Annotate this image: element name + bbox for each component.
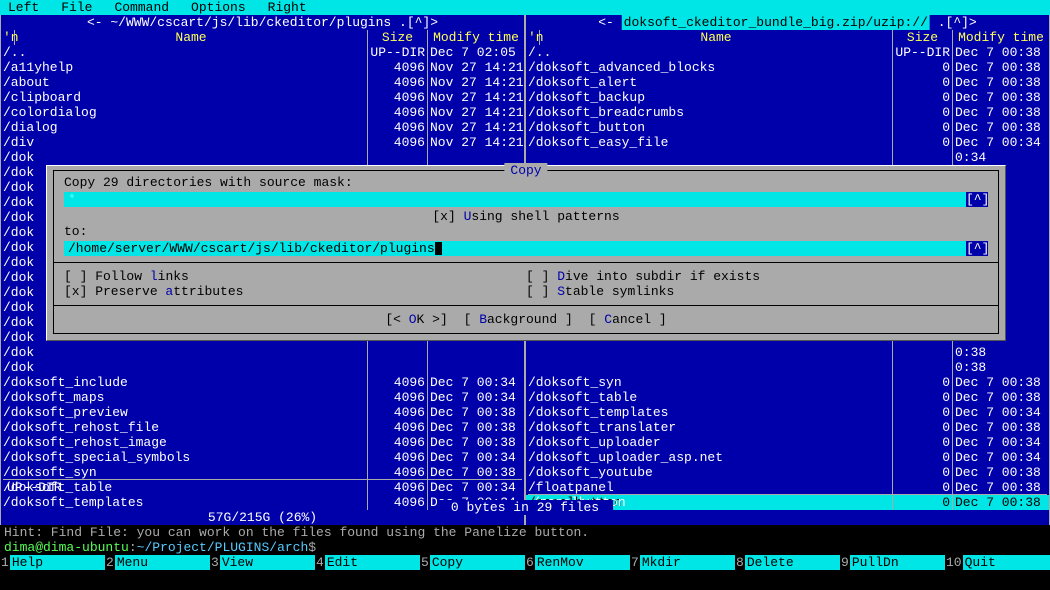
table-row[interactable]: /doksoft_button0Dec 7 00:38 <box>526 120 1049 135</box>
table-row[interactable]: 0:34 <box>526 150 1049 165</box>
dive-subdir-checkbox[interactable]: [ ] Dive into subdir if exists <box>526 269 988 284</box>
fkey-copy[interactable]: 5Copy <box>420 555 525 570</box>
shell-prompt[interactable]: dima@dima-ubuntu:~/Project/PLUGINS/arch$ <box>0 540 1050 555</box>
table-row[interactable]: /colordialog4096Nov 27 14:21 <box>1 105 524 120</box>
table-row[interactable]: /floatpanel0Dec 7 00:38 <box>526 480 1049 495</box>
dialog-title: Copy <box>504 163 547 178</box>
table-row[interactable]: /doksoft_alert0Dec 7 00:38 <box>526 75 1049 90</box>
table-row[interactable]: /doksoft_easy_file0Dec 7 00:34 <box>526 135 1049 150</box>
function-keys[interactable]: 1Help2Menu3View4Edit5Copy6RenMov7Mkdir8D… <box>0 555 1050 570</box>
history-button-2[interactable]: [^] <box>966 241 988 256</box>
stable-symlinks-checkbox[interactable]: [ ] Stable symlinks <box>526 284 988 299</box>
fkey-help[interactable]: 1Help <box>0 555 105 570</box>
table-row[interactable]: /doksoft_syn0Dec 7 00:38 <box>526 375 1049 390</box>
fkey-mkdir[interactable]: 7Mkdir <box>630 555 735 570</box>
menu-right[interactable]: Right <box>264 0 325 15</box>
table-row[interactable]: /doksoft_translater0Dec 7 00:38 <box>526 420 1049 435</box>
table-row[interactable]: /doksoft_table0Dec 7 00:38 <box>526 390 1049 405</box>
table-row[interactable]: /clipboard4096Nov 27 14:21 <box>1 90 524 105</box>
table-row[interactable]: /dok <box>1 345 524 360</box>
left-panel-title: <- ~/WWW/cscart/js/lib/ckeditor/plugins … <box>87 15 438 30</box>
destination-input[interactable]: /home/server/WWW/cscart/js/lib/ckeditor/… <box>64 241 966 256</box>
fkey-renmov[interactable]: 6RenMov <box>525 555 630 570</box>
menu-left[interactable]: Left <box>4 0 57 15</box>
table-row[interactable]: /..UP--DIRDec 7 02:05 <box>1 45 524 60</box>
fkey-menu[interactable]: 2Menu <box>105 555 210 570</box>
to-label: to: <box>64 224 988 239</box>
follow-links-checkbox[interactable]: [ ] Follow links <box>64 269 526 284</box>
table-row[interactable]: /doksoft_include4096Dec 7 00:34 <box>1 375 524 390</box>
menubar[interactable]: Left File Command Options Right <box>0 0 1050 15</box>
menu-file[interactable]: File <box>57 0 110 15</box>
fkey-delete[interactable]: 8Delete <box>735 555 840 570</box>
table-row[interactable]: /a11yhelp4096Nov 27 14:21 <box>1 60 524 75</box>
menu-command[interactable]: Command <box>110 0 187 15</box>
table-row[interactable]: /dok <box>1 150 524 165</box>
table-row[interactable]: /doksoft_special_symbols4096Dec 7 00:34 <box>1 450 524 465</box>
copy-dialog[interactable]: Copy Copy 29 directories with source mas… <box>46 165 1006 341</box>
shell-patterns-checkbox[interactable]: [x] Using shell patterns <box>432 209 619 224</box>
table-row[interactable]: /doksoft_backup0Dec 7 00:38 <box>526 90 1049 105</box>
fkey-pulldn[interactable]: 9PullDn <box>840 555 945 570</box>
table-row[interactable]: /doksoft_preview4096Dec 7 00:38 <box>1 405 524 420</box>
preserve-attrs-checkbox[interactable]: [x] Preserve attributes <box>64 284 526 299</box>
right-panel-title: <- doksoft_ckeditor_bundle_big.zip/uzip:… <box>598 15 976 30</box>
table-row[interactable]: /doksoft_uploader_asp.net0Dec 7 00:34 <box>526 450 1049 465</box>
history-button-1[interactable]: [^] <box>966 192 988 207</box>
table-row[interactable]: /doksoft_templates0Dec 7 00:34 <box>526 405 1049 420</box>
source-mask-input[interactable]: * <box>64 192 966 207</box>
table-row[interactable]: 0:38 <box>526 360 1049 375</box>
table-row[interactable]: /doksoft_maps4096Dec 7 00:34 <box>1 390 524 405</box>
menu-options[interactable]: Options <box>187 0 264 15</box>
hint-line: Hint: Find File: you can work on the fil… <box>0 525 1050 540</box>
ok-button[interactable]: [< OK >] <box>385 312 455 327</box>
fkey-quit[interactable]: 10Quit <box>945 555 1050 570</box>
table-row[interactable]: /doksoft_syn4096Dec 7 00:38 <box>1 465 524 480</box>
left-mini-status: UP--DIR <box>3 479 522 495</box>
table-row[interactable]: /dok <box>1 360 524 375</box>
fkey-view[interactable]: 3View <box>210 555 315 570</box>
text-cursor <box>435 242 442 255</box>
cancel-button[interactable]: [ Cancel ] <box>589 312 667 327</box>
table-row[interactable]: /doksoft_advanced_blocks0Dec 7 00:38 <box>526 60 1049 75</box>
table-row[interactable]: /doksoft_breadcrumbs0Dec 7 00:38 <box>526 105 1049 120</box>
panels: <- ~/WWW/cscart/js/lib/ckeditor/plugins … <box>0 15 1050 525</box>
table-row[interactable]: 0:38 <box>526 345 1049 360</box>
table-row[interactable]: /div4096Nov 27 14:21 <box>1 135 524 150</box>
table-row[interactable]: /doksoft_rehost_image4096Dec 7 00:38 <box>1 435 524 450</box>
table-row[interactable]: /doksoft_youtube0Dec 7 00:38 <box>526 465 1049 480</box>
table-row[interactable]: /doksoft_uploader0Dec 7 00:34 <box>526 435 1049 450</box>
table-row[interactable]: /..UP--DIRDec 7 00:38 <box>526 45 1049 60</box>
table-row[interactable]: /doksoft_rehost_file4096Dec 7 00:38 <box>1 420 524 435</box>
table-row[interactable]: /dialog4096Nov 27 14:21 <box>1 120 524 135</box>
table-row[interactable]: /about4096Nov 27 14:21 <box>1 75 524 90</box>
background-button[interactable]: [ Background ] <box>464 312 581 327</box>
fkey-edit[interactable]: 4Edit <box>315 555 420 570</box>
right-summary: 0 bytes in 29 files <box>437 500 613 515</box>
